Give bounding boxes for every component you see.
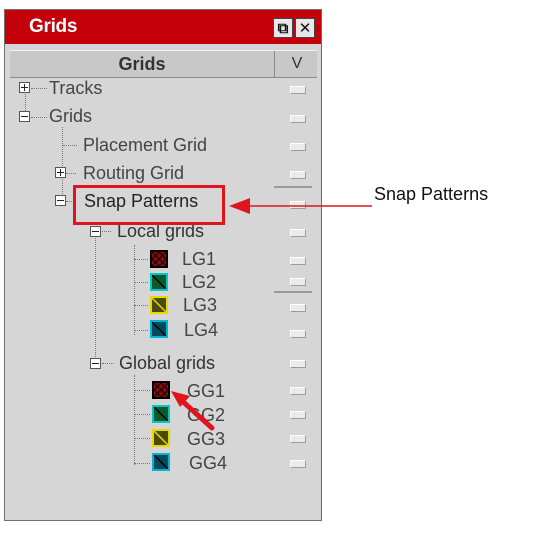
callout-label: Snap Patterns	[374, 184, 489, 204]
diagonal-pattern-icon	[154, 407, 168, 421]
tree-line	[95, 236, 96, 361]
diagonal-pattern-icon	[152, 275, 166, 289]
close-icon[interactable]: ✕	[295, 18, 315, 38]
tree-line	[102, 363, 114, 364]
header-visibility-column[interactable]: V	[278, 51, 316, 77]
column-header: Grids V	[10, 50, 317, 78]
visibility-toggle-global-grids[interactable]	[290, 360, 306, 368]
visibility-toggle-lg4[interactable]	[290, 330, 306, 338]
panel-titlebar[interactable]: Grids ⧉ ✕	[5, 10, 321, 44]
visibility-toggle-lg3[interactable]	[290, 304, 306, 312]
gg3-swatch[interactable]	[152, 429, 170, 447]
tree-item-lg1[interactable]: LG1	[182, 249, 216, 269]
snap-patterns-highlight-box	[73, 185, 225, 225]
expand-routing-grid-icon[interactable]	[55, 167, 66, 178]
visibility-toggle-lg2[interactable]	[290, 278, 306, 286]
tree-line	[134, 282, 148, 283]
tree-line	[31, 88, 47, 89]
gg2-swatch[interactable]	[152, 405, 170, 423]
lg2-swatch[interactable]	[150, 273, 168, 291]
visibility-toggle-lg1[interactable]	[290, 257, 306, 265]
restore-window-icon[interactable]: ⧉	[273, 18, 293, 38]
tree-item-global-grids[interactable]: Global grids	[119, 353, 215, 373]
crosshatch-pattern-icon	[152, 252, 166, 266]
tree-item-lg3[interactable]: LG3	[183, 295, 217, 315]
row-separator	[274, 291, 312, 293]
tree-line	[134, 305, 148, 306]
tree-item-routing-grid[interactable]: Routing Grid	[83, 163, 184, 183]
visibility-toggle-gg4[interactable]	[290, 460, 306, 468]
visibility-toggle-routing-grid[interactable]	[290, 171, 306, 179]
tree-line	[134, 414, 150, 415]
tree-line	[134, 438, 150, 439]
visibility-toggle-grids[interactable]	[290, 115, 306, 123]
tree-line	[134, 330, 148, 331]
tree-line	[134, 390, 150, 391]
tree-item-lg4[interactable]: LG4	[184, 320, 218, 340]
tree-item-lg2[interactable]: LG2	[182, 272, 216, 292]
collapse-global-grids-icon[interactable]	[90, 358, 101, 369]
gg4-swatch[interactable]	[152, 453, 170, 471]
collapse-grids-icon[interactable]	[19, 111, 30, 122]
visibility-toggle-placement-grid[interactable]	[290, 143, 306, 151]
visibility-toggle-gg2[interactable]	[290, 411, 306, 419]
header-grids-column[interactable]: Grids	[10, 51, 275, 77]
diagonal-pattern-icon	[154, 455, 168, 469]
tree-item-gg4[interactable]: GG4	[189, 453, 227, 473]
tree-line	[66, 173, 76, 174]
diagonal-pattern-icon	[152, 322, 166, 336]
visibility-toggle-gg1[interactable]	[290, 387, 306, 395]
tree-item-grids[interactable]: Grids	[49, 106, 92, 126]
tree-item-gg1[interactable]: GG1	[187, 381, 225, 401]
tree-line	[63, 145, 77, 146]
tree-line	[62, 127, 63, 204]
diagonal-pattern-icon	[154, 431, 168, 445]
tree-item-gg3[interactable]: GG3	[187, 429, 225, 449]
collapse-snap-patterns-icon[interactable]	[55, 195, 66, 206]
panel-title: Grids	[29, 16, 78, 37]
lg4-swatch[interactable]	[150, 320, 168, 338]
collapse-local-grids-icon[interactable]	[90, 226, 101, 237]
tree-item-placement-grid[interactable]: Placement Grid	[83, 135, 207, 155]
tree-line	[134, 259, 148, 260]
tree-line	[134, 375, 135, 465]
expand-tracks-icon[interactable]	[19, 82, 30, 93]
crosshatch-pattern-icon	[154, 383, 168, 397]
visibility-toggle-snap-patterns[interactable]	[290, 201, 306, 209]
row-separator	[274, 186, 312, 188]
lg1-swatch[interactable]	[150, 250, 168, 268]
tree-item-tracks[interactable]: Tracks	[49, 78, 102, 98]
lg3-swatch[interactable]	[150, 296, 168, 314]
tree-line	[31, 117, 47, 118]
diagonal-pattern-icon	[152, 298, 166, 312]
visibility-toggle-local-grids[interactable]	[290, 229, 306, 237]
gg1-swatch[interactable]	[152, 381, 170, 399]
visibility-toggle-tracks[interactable]	[290, 86, 306, 94]
tree-line	[134, 463, 150, 464]
tree-item-gg2[interactable]: GG2	[187, 405, 225, 425]
visibility-toggle-gg3[interactable]	[290, 435, 306, 443]
